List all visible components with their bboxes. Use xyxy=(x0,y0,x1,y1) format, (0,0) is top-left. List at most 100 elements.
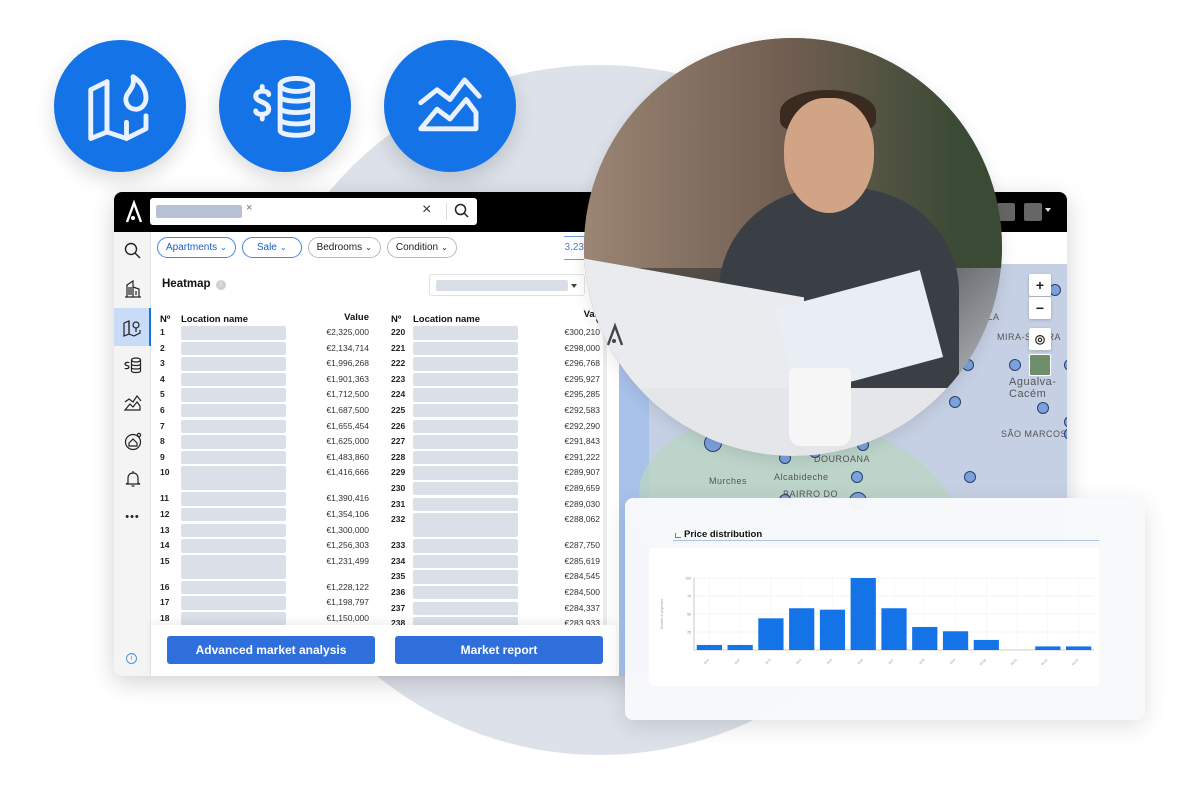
table-row[interactable]: 233 €287,750 xyxy=(391,538,600,554)
table-row[interactable]: 2 €2,134,714 xyxy=(160,341,369,357)
sidebar-item-market-trend[interactable] xyxy=(114,384,151,422)
location-name[interactable] xyxy=(413,388,518,402)
location-name[interactable] xyxy=(413,326,518,340)
table-row[interactable]: 223 €295,927 xyxy=(391,372,600,388)
map-marker[interactable] xyxy=(964,471,976,483)
table-row[interactable]: 237 €284,337 xyxy=(391,601,600,617)
table-row[interactable]: 236 €284,500 xyxy=(391,585,600,601)
location-name[interactable] xyxy=(413,341,518,356)
location-name[interactable] xyxy=(181,450,286,465)
bar[interactable] xyxy=(912,626,938,650)
location-name[interactable] xyxy=(413,554,518,569)
table-row[interactable]: 221 €298,000 xyxy=(391,341,600,357)
location-name[interactable] xyxy=(181,596,286,610)
table-row[interactable]: 12 €1,354,106 xyxy=(160,507,369,523)
table-row[interactable]: 3 €1,996,268 xyxy=(160,356,369,372)
location-name[interactable] xyxy=(181,372,286,387)
sidebar-item-buildings[interactable] xyxy=(114,270,151,308)
table-row[interactable]: 16 €1,228,122 xyxy=(160,580,369,596)
table-row[interactable]: 11 €1,390,416 xyxy=(160,491,369,507)
location-name[interactable] xyxy=(181,523,286,538)
filter-condition[interactable]: Condition ⌄ xyxy=(386,237,457,258)
table-row[interactable]: 230 €289,659 xyxy=(391,481,600,497)
bar[interactable] xyxy=(696,644,722,650)
location-name[interactable] xyxy=(413,570,518,584)
chip-remove-icon[interactable]: × xyxy=(246,202,252,214)
location-name[interactable] xyxy=(413,466,518,480)
zoom-out-button[interactable]: − xyxy=(1029,297,1051,319)
bar[interactable] xyxy=(789,608,815,650)
table-row[interactable]: 227 €291,843 xyxy=(391,434,600,450)
market-report-button[interactable]: Market report xyxy=(395,636,603,664)
location-name[interactable] xyxy=(181,341,286,356)
table-row[interactable]: 9 €1,483,860 xyxy=(160,450,369,466)
location-name[interactable] xyxy=(181,466,286,491)
location-name[interactable] xyxy=(181,507,286,522)
locate-button[interactable]: ◎ xyxy=(1029,328,1051,350)
bar[interactable] xyxy=(942,631,969,650)
location-name[interactable] xyxy=(413,513,518,538)
location-name[interactable] xyxy=(413,497,518,512)
heatmap-dropdown[interactable] xyxy=(429,274,585,296)
location-name[interactable] xyxy=(413,601,518,615)
table-row[interactable]: 1 €2,325,000 xyxy=(160,325,369,341)
table-row[interactable]: 14 €1,256,303 xyxy=(160,538,369,554)
search-icon[interactable] xyxy=(452,201,472,221)
table-row[interactable]: 228 €291,222 xyxy=(391,450,600,466)
filter-bedrooms[interactable]: Bedrooms ⌄ xyxy=(307,237,381,258)
bar[interactable] xyxy=(850,578,876,650)
table-row[interactable]: 6 €1,687,500 xyxy=(160,403,369,419)
chevron-down-icon[interactable] xyxy=(1045,208,1051,212)
bar[interactable] xyxy=(1035,646,1061,650)
table-row[interactable]: 224 €295,285 xyxy=(391,387,600,403)
location-name[interactable] xyxy=(413,357,518,371)
location-name[interactable] xyxy=(181,435,286,449)
location-name[interactable] xyxy=(181,492,286,506)
table-row[interactable]: 234 €285,619 xyxy=(391,554,600,570)
location-name[interactable] xyxy=(181,326,286,340)
table-row[interactable]: 225 €292,583 xyxy=(391,403,600,419)
location-name[interactable] xyxy=(181,357,286,371)
sidebar-item-price-data[interactable] xyxy=(114,346,151,384)
table-row[interactable]: 5 €1,712,500 xyxy=(160,387,369,403)
table-row[interactable]: 220 €300,210 xyxy=(391,325,600,341)
zoom-in-button[interactable]: + xyxy=(1029,274,1051,296)
info-icon[interactable]: i xyxy=(126,653,137,664)
table-row[interactable]: 235 €284,545 xyxy=(391,569,600,585)
location-name[interactable] xyxy=(413,450,518,465)
advanced-market-analysis-button[interactable]: Advanced market analysis xyxy=(167,636,375,664)
table-row[interactable]: 15 €1,231,499 xyxy=(160,554,369,580)
table-row[interactable]: 8 €1,625,000 xyxy=(160,434,369,450)
location-search-input[interactable]: × × xyxy=(150,198,477,225)
bar[interactable] xyxy=(727,644,753,650)
location-name[interactable] xyxy=(413,585,518,600)
map-marker[interactable] xyxy=(1064,416,1067,428)
location-name[interactable] xyxy=(181,611,286,626)
location-name[interactable] xyxy=(181,403,286,418)
location-name[interactable] xyxy=(413,481,518,496)
sidebar-item-more[interactable]: ••• xyxy=(114,498,151,536)
location-name[interactable] xyxy=(181,554,286,579)
bar[interactable] xyxy=(758,618,784,650)
sidebar-item-alerts[interactable] xyxy=(114,460,151,498)
table-row[interactable]: 232 €288,062 xyxy=(391,512,600,538)
location-name[interactable] xyxy=(413,435,518,449)
filter-sale[interactable]: Sale ⌄ xyxy=(241,237,302,258)
table-row[interactable]: 13 €1,300,000 xyxy=(160,523,369,539)
clear-search-icon[interactable]: × xyxy=(422,201,431,219)
filter-apartments[interactable]: Apartments ⌄ xyxy=(157,237,236,258)
bar[interactable] xyxy=(881,608,907,650)
map-marker[interactable] xyxy=(851,471,863,483)
table-row[interactable]: 17 €1,198,797 xyxy=(160,595,369,611)
location-name[interactable] xyxy=(181,388,286,402)
sidebar-item-search[interactable] xyxy=(114,232,151,270)
app-logo[interactable] xyxy=(122,198,146,226)
tab-partial[interactable]: 3.23 xyxy=(564,236,584,260)
map-marker[interactable] xyxy=(1064,359,1067,371)
map-marker[interactable] xyxy=(1037,402,1049,414)
table-row[interactable]: 229 €289,907 xyxy=(391,465,600,481)
table-row[interactable]: 226 €292,290 xyxy=(391,419,600,435)
table-row[interactable]: 231 €289,030 xyxy=(391,497,600,513)
bar[interactable] xyxy=(973,639,999,650)
table-row[interactable]: 222 €296,768 xyxy=(391,356,600,372)
